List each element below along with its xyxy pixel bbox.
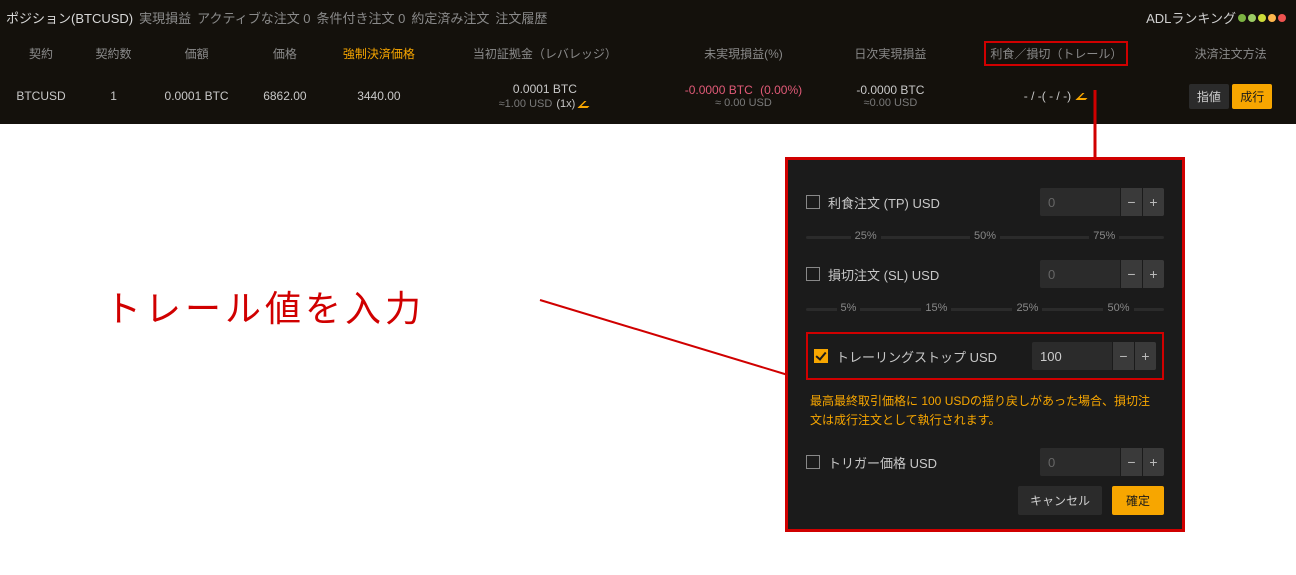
annotation-label: トレール値を入力 <box>105 280 425 332</box>
adl-dot-icon <box>1258 14 1266 22</box>
th-price: 価格 <box>248 33 322 76</box>
tab-realized-pnl[interactable]: 実現損益 <box>139 8 191 27</box>
cancel-button[interactable]: キャンセル <box>1018 486 1102 515</box>
trailing-stop-label: トレーリングストップ USD <box>836 347 997 366</box>
trailing-stop-stepper[interactable]: − + <box>1032 342 1156 370</box>
close-market-button[interactable]: 成行 <box>1232 84 1272 109</box>
trigger-input[interactable] <box>1040 448 1120 476</box>
tpsl-popup: 利食注文 (TP) USD − + 25% 50% 75% 損切注文 (SL) … <box>785 157 1185 532</box>
cell-price: 6862.00 <box>248 76 322 124</box>
sl-plus-button[interactable]: + <box>1142 260 1164 288</box>
cell-tpsl[interactable]: - / -( - / -) <box>948 76 1166 124</box>
sl-minus-button[interactable]: − <box>1120 260 1142 288</box>
ts-plus-button[interactable]: + <box>1134 342 1156 370</box>
sl-stepper[interactable]: − + <box>1040 260 1164 288</box>
tp-plus-button[interactable]: + <box>1142 188 1164 216</box>
tp-percent-row[interactable]: 25% 50% 75% <box>806 226 1164 260</box>
th-qty: 契約数 <box>82 33 145 76</box>
trigger-label: トリガー価格 USD <box>828 453 937 472</box>
trigger-plus-button[interactable]: + <box>1142 448 1164 476</box>
adl-ranking: ADLランキング <box>1146 8 1286 27</box>
cell-margin: 0.0001 BTC ≈1.00 USD (1x) <box>436 76 654 124</box>
th-margin: 当初証拠金（レバレッジ） <box>436 33 654 76</box>
cell-upnl: -0.0000 BTC (0.00%) ≈ 0.00 USD <box>654 76 833 124</box>
tab-conditional-orders[interactable]: 条件付き注文 0 <box>317 8 406 27</box>
trailing-stop-checkbox[interactable] <box>814 349 828 363</box>
th-close-method: 決済注文方法 <box>1165 33 1296 76</box>
tab-position[interactable]: ポジション(BTCUSD) <box>6 8 133 27</box>
edit-leverage-icon[interactable] <box>579 98 591 110</box>
adl-dot-icon <box>1248 14 1256 22</box>
tp-label: 利食注文 (TP) USD <box>828 193 940 212</box>
th-daily-pnl: 日次実現損益 <box>833 33 948 76</box>
positions-table: 契約 契約数 価額 価格 強制決済価格 当初証拠金（レバレッジ） 未実現損益(%… <box>0 33 1296 124</box>
sl-percent-row[interactable]: 5% 15% 25% 50% <box>806 298 1164 332</box>
tab-active-orders[interactable]: アクティブな注文 0 <box>197 8 310 27</box>
cell-daily-pnl: -0.0000 BTC ≈0.00 USD <box>833 76 948 124</box>
tab-order-history[interactable]: 注文履歴 <box>495 8 547 27</box>
sl-input[interactable] <box>1040 260 1120 288</box>
sl-label: 損切注文 (SL) USD <box>828 265 939 284</box>
confirm-button[interactable]: 確定 <box>1112 486 1164 515</box>
trailing-stop-note: 最高最終取引価格に 100 USDの揺り戻しがあった場合、損切注文は成行注文とし… <box>806 388 1164 448</box>
edit-tpsl-icon[interactable] <box>1077 90 1089 102</box>
tp-input[interactable] <box>1040 188 1120 216</box>
th-upnl: 未実現損益(%) <box>654 33 833 76</box>
sl-checkbox[interactable] <box>806 267 820 281</box>
tp-minus-button[interactable]: − <box>1120 188 1142 216</box>
th-value: 価額 <box>145 33 248 76</box>
trigger-checkbox[interactable] <box>806 455 820 469</box>
tab-filled-orders[interactable]: 約定済み注文 <box>411 8 489 27</box>
cell-qty: 1 <box>82 76 145 124</box>
trigger-minus-button[interactable]: − <box>1120 448 1142 476</box>
th-liq-price: 強制決済価格 <box>322 33 437 76</box>
cell-symbol[interactable]: BTCUSD <box>0 76 82 124</box>
th-tpsl: 利食／損切（トレール） <box>948 33 1166 76</box>
ts-minus-button[interactable]: − <box>1112 342 1134 370</box>
th-contract: 契約 <box>0 33 82 76</box>
tp-checkbox[interactable] <box>806 195 820 209</box>
cell-close: 指値 成行 <box>1165 76 1296 124</box>
cell-liq-price: 3440.00 <box>322 76 437 124</box>
table-row: BTCUSD 1 0.0001 BTC 6862.00 3440.00 0.00… <box>0 76 1296 124</box>
adl-label: ADLランキング <box>1146 8 1236 27</box>
adl-dot-icon <box>1268 14 1276 22</box>
close-limit-button[interactable]: 指値 <box>1189 84 1229 109</box>
trailing-stop-input[interactable] <box>1032 342 1112 370</box>
tp-stepper[interactable]: − + <box>1040 188 1164 216</box>
cell-value: 0.0001 BTC <box>145 76 248 124</box>
trigger-stepper[interactable]: − + <box>1040 448 1164 476</box>
adl-dot-icon <box>1278 14 1286 22</box>
adl-dot-icon <box>1238 14 1246 22</box>
